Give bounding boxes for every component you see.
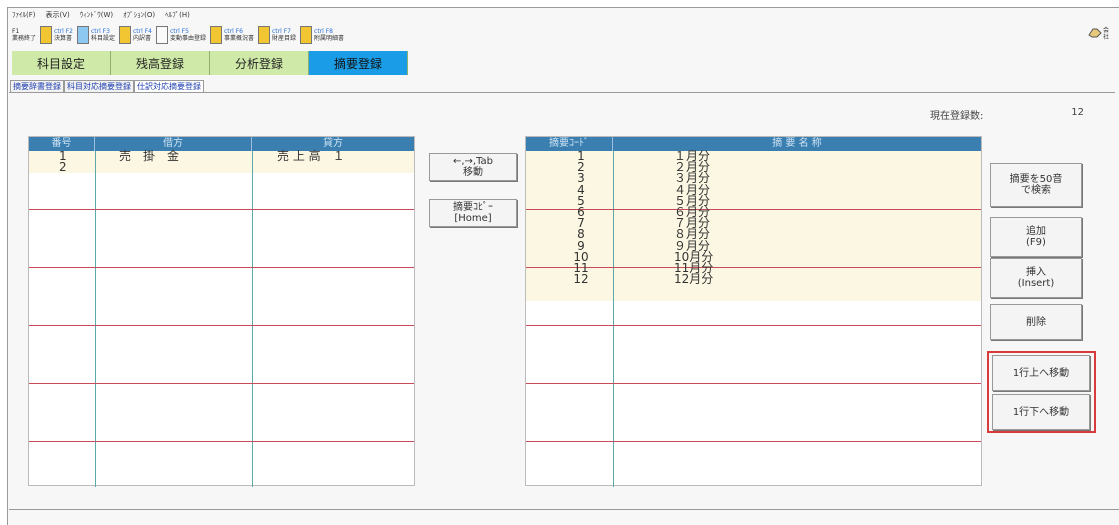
tab-account-settings[interactable]: 科目設定	[12, 51, 111, 75]
toolbar-key: ctrl F7	[272, 28, 291, 35]
book-icon	[258, 26, 270, 44]
toolbar-breakdown-button[interactable]: ctrl F4 内訳書	[119, 26, 152, 44]
toolbar-label: 業務終了	[12, 35, 37, 42]
book-icon	[300, 26, 313, 44]
button-line: (Insert)	[1017, 278, 1055, 289]
button-line: 摘要ｺﾋﾟｰ	[453, 202, 493, 213]
tab-analysis-registration[interactable]: 分析登録	[210, 51, 309, 75]
button-line: 挿入	[1026, 267, 1046, 278]
button-line: で検索	[1021, 185, 1051, 196]
toolbar-key: ctrl F6	[223, 28, 243, 35]
button-line: 追加	[1026, 226, 1046, 237]
menu-help[interactable]: ﾍﾙﾌﾟ(H)	[165, 10, 190, 22]
toolbar-exit-button[interactable]: F1 業務終了	[12, 28, 36, 42]
toolbar-label: 附属明細書	[314, 35, 345, 42]
book-icon	[40, 26, 53, 44]
subtab-journal-summary[interactable]: 仕訳対応摘要登録	[134, 80, 204, 92]
subtab-summary-dictionary[interactable]: 摘要辞書登録	[10, 80, 64, 92]
move-tab-button[interactable]: ←,→,Tab 移動	[429, 153, 517, 181]
search-syllabary-button[interactable]: 摘要を50音 で検索	[990, 163, 1082, 207]
company-label: 会社	[1103, 27, 1110, 41]
delete-button[interactable]: 削除	[990, 304, 1082, 340]
function-toolbar: F1 業務終了 ctrl F2 決算書 ctrl F3 科目設定 ctrl F4 内訳書…	[12, 24, 348, 46]
button-line: (F9)	[1026, 237, 1046, 248]
tab-summary-registration[interactable]: 摘要登録	[309, 51, 408, 75]
summary-grid[interactable]: 摘要ｺｰﾄﾞ 摘 要 名 称 1 １月分 2 ２月分 3 ３月分 4 ４月分 5 ５月分 6 ６月分 7…	[525, 136, 982, 487]
journal-grid-header: 番号 借方 貸方	[29, 137, 414, 151]
bottom-divider	[9, 509, 1119, 510]
toolbar-business-overview-button[interactable]: ctrl F6 事業概況書	[209, 26, 254, 44]
menu-window[interactable]: ｳｨﾝﾄﾞｳ(W)	[80, 10, 113, 22]
insert-button[interactable]: 挿入 (Insert)	[990, 258, 1082, 298]
button-line: [Home]	[454, 213, 492, 224]
highlight-box	[987, 351, 1096, 433]
toolbar-label: 変動事由登録	[169, 35, 206, 42]
journal-grid[interactable]: 番号 借方 貸方 1 売 掛 金 売 上 高 １ 2	[28, 136, 415, 487]
row-number: 2	[59, 160, 67, 174]
copy-summary-button[interactable]: 摘要ｺﾋﾟｰ [Home]	[429, 199, 517, 227]
summary-code-cell[interactable]: 12	[566, 273, 596, 285]
menu-file[interactable]: ﾌｧｲﾙ(F)	[12, 10, 36, 22]
menu-view[interactable]: 表示(V)	[46, 10, 70, 22]
row-credit[interactable]: 売 上 高 １	[277, 150, 345, 162]
menu-options[interactable]: ｵﾌﾟｼｮﾝ(O)	[123, 10, 155, 22]
tab-balance-registration[interactable]: 残高登録	[111, 51, 210, 75]
toolbar-supplementary-button[interactable]: ctrl F8 附属明細書	[300, 26, 344, 44]
header-summary-name: 摘 要 名 称	[772, 138, 822, 149]
row-debit[interactable]: 売 掛 金	[119, 150, 179, 162]
table-icon	[76, 26, 89, 44]
toolbar-key: ctrl F8	[314, 28, 333, 35]
button-line: ←,→,Tab	[452, 156, 494, 167]
registered-count-label: 現在登録数:	[930, 111, 984, 122]
menu-bar: ﾌｧｲﾙ(F) 表示(V) ｳｨﾝﾄﾞｳ(W) ｵﾌﾟｼｮﾝ(O) ﾍﾙﾌﾟ(H…	[12, 10, 190, 22]
toolbar-label: 事業概況書	[223, 35, 254, 42]
subtab-account-summary[interactable]: 科目対応摘要登録	[64, 80, 134, 92]
toolbar-label: 内訳書	[133, 35, 152, 42]
toolbar-account-setting-button[interactable]: ctrl F3 科目設定	[76, 26, 115, 44]
main-tab-bar: 科目設定 残高登録 分析登録 摘要登録	[12, 51, 408, 75]
button-line: 摘要を50音	[1009, 174, 1063, 185]
summary-name-cell[interactable]: 12月分	[674, 273, 713, 285]
grid-icon	[155, 26, 168, 44]
toolbar-label: 決算書	[54, 35, 73, 42]
toolbar-key: ctrl F5	[169, 28, 189, 35]
registered-count-value: 12	[1071, 107, 1084, 118]
add-button[interactable]: 追加 (F9)	[990, 217, 1082, 257]
button-line: 移動	[463, 167, 483, 178]
toolbar-change-reason-button[interactable]: ctrl F5 変動事由登録	[155, 26, 206, 44]
book-icon	[209, 26, 222, 44]
summary-grid-header: 摘要ｺｰﾄﾞ 摘 要 名 称	[526, 137, 981, 151]
toolbar-key: ctrl F2	[54, 28, 73, 35]
toolbar-settlement-button[interactable]: ctrl F2 決算書	[40, 26, 73, 44]
book-icon	[119, 26, 131, 44]
toolbar-key: ctrl F3	[90, 28, 110, 35]
toolbar-key: ctrl F4	[133, 28, 152, 35]
toolbar-property-list-button[interactable]: ctrl F7 財産目録	[258, 26, 296, 44]
sub-tab-bar: 摘要辞書登録 科目対応摘要登録 仕訳対応摘要登録	[10, 80, 204, 92]
header-summary-code: 摘要ｺｰﾄﾞ	[526, 137, 613, 151]
toolbar-key: F1	[12, 28, 20, 35]
toolbar-label: 財産目録	[272, 35, 297, 42]
toolbar-label: 科目設定	[90, 35, 115, 42]
